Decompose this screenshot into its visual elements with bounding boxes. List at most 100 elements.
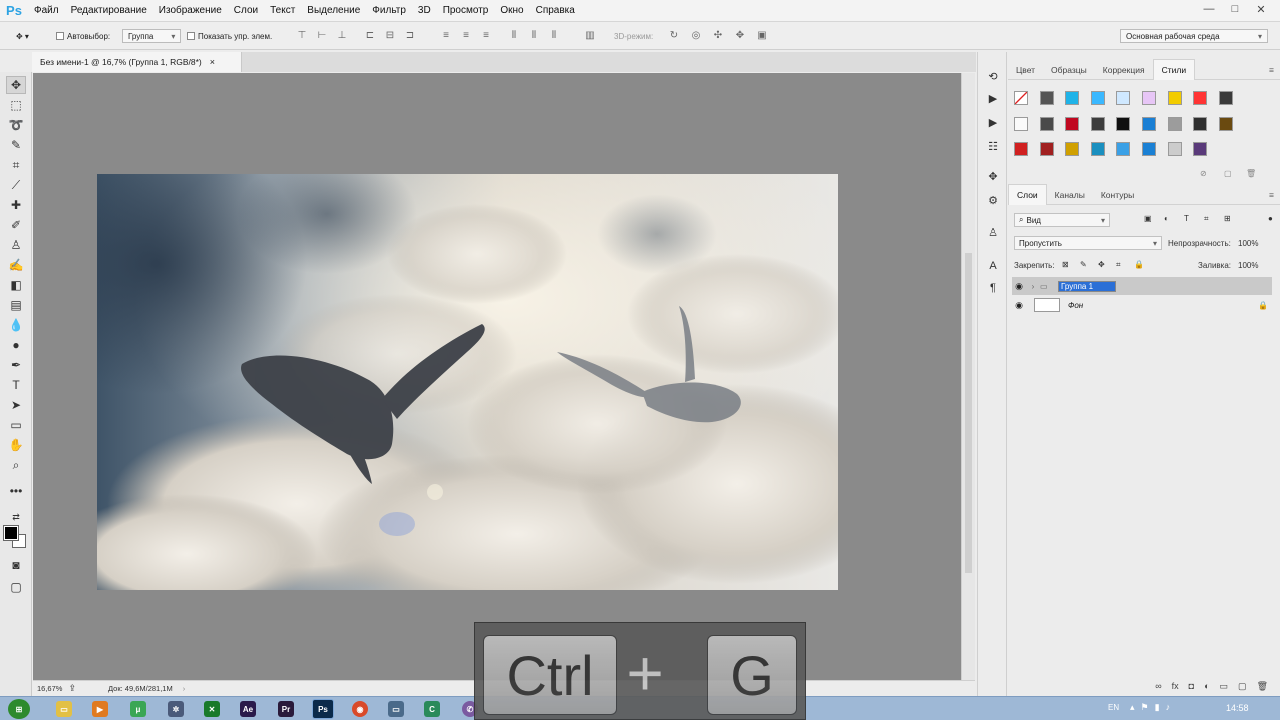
torrent-icon[interactable]: μ: [130, 701, 146, 717]
status-menu-icon[interactable]: ›: [183, 684, 186, 693]
new-style-icon[interactable]: ▢: [1224, 169, 1232, 178]
start-button-icon[interactable]: ⊞: [8, 699, 30, 719]
menu-image[interactable]: Изображение: [153, 0, 228, 22]
roll3d-icon[interactable]: ◎: [690, 30, 702, 42]
tab-paths[interactable]: Контуры: [1093, 185, 1142, 205]
lock-pixels-icon[interactable]: ✎: [1080, 260, 1087, 269]
lock-artboard-icon[interactable]: ⌗: [1116, 260, 1121, 270]
clock[interactable]: 14:58: [1226, 703, 1249, 713]
lasso-tool-icon[interactable]: ➰: [6, 116, 26, 134]
style-swatch[interactable]: [1014, 91, 1028, 105]
style-swatch[interactable]: [1218, 116, 1233, 131]
after-effects-icon[interactable]: Ae: [240, 701, 256, 717]
type-tool-icon[interactable]: T: [6, 376, 26, 394]
close-document-icon[interactable]: ×: [210, 57, 215, 67]
tab-adjustments[interactable]: Коррекция: [1095, 60, 1153, 80]
window-icon[interactable]: ▭: [388, 701, 404, 717]
blur-tool-icon[interactable]: 💧: [6, 316, 26, 334]
app-gear-icon[interactable]: ✲: [168, 701, 184, 717]
fill-input[interactable]: 100%: [1238, 261, 1258, 270]
auto-align-icon[interactable]: ▥: [584, 30, 596, 42]
brush-tool-icon[interactable]: ✐: [6, 216, 26, 234]
path-select-tool-icon[interactable]: ➤: [6, 396, 26, 414]
eraser-tool-icon[interactable]: ◧: [6, 276, 26, 294]
show-transform-checkbox[interactable]: Показать упр. элем.: [187, 22, 272, 50]
distribute-hcenter-icon[interactable]: ⫴: [528, 30, 540, 42]
workspace-dropdown[interactable]: Основная рабочая среда ▾: [1120, 29, 1268, 43]
move-tool-icon[interactable]: ✥: [6, 76, 26, 94]
paragraph-icon[interactable]: ¶: [985, 280, 1001, 296]
gradient-tool-icon[interactable]: ▤: [6, 296, 26, 314]
crop-tool-icon[interactable]: ⌗: [6, 156, 26, 174]
style-swatch[interactable]: [1142, 91, 1156, 105]
link-layers-icon[interactable]: ∞: [1155, 681, 1161, 691]
tab-styles[interactable]: Стили: [1152, 59, 1196, 80]
photoshop-taskbar-icon[interactable]: Ps: [312, 699, 334, 719]
distribute-bottom-icon[interactable]: ≡: [480, 30, 492, 42]
menu-type[interactable]: Текст: [264, 0, 301, 22]
actions-icon[interactable]: ▶: [985, 90, 1001, 106]
vertical-scrollbar[interactable]: [961, 73, 975, 680]
menu-filter[interactable]: Фильтр: [366, 0, 412, 22]
pen-tool-icon[interactable]: ✒: [6, 356, 26, 374]
blend-mode-dropdown[interactable]: Пропустить ▾: [1014, 236, 1162, 250]
premiere-icon[interactable]: Pr: [278, 701, 294, 717]
quick-mask-icon[interactable]: ◙: [6, 556, 26, 574]
filter-toggle-icon[interactable]: ●: [1268, 214, 1273, 223]
screen-mode-icon[interactable]: ▢: [6, 578, 26, 596]
style-swatch[interactable]: [1090, 142, 1105, 156]
visibility-eye-icon[interactable]: ◉: [1012, 281, 1026, 292]
filter-type-icon[interactable]: T: [1184, 214, 1189, 223]
style-swatch[interactable]: [1065, 91, 1080, 105]
layer-name-input[interactable]: Группа 1: [1058, 280, 1116, 292]
align-hcenter-icon[interactable]: ⊟: [384, 30, 396, 42]
scale3d-icon[interactable]: ▣: [756, 30, 768, 42]
healing-tool-icon[interactable]: ✚: [6, 196, 26, 214]
camtasia-icon[interactable]: C: [424, 701, 440, 717]
document-tab[interactable]: Без имени-1 @ 16,7% (Группа 1, RGB/8*) ×: [32, 52, 242, 72]
menu-layers[interactable]: Слои: [228, 0, 264, 22]
menu-help[interactable]: Справка: [530, 0, 581, 22]
swap-colors-icon[interactable]: ⇄: [6, 508, 26, 526]
style-swatch[interactable]: [1218, 91, 1233, 105]
rectangle-tool-icon[interactable]: ▭: [6, 416, 26, 434]
maximize-button[interactable]: □: [1222, 0, 1248, 18]
align-right-icon[interactable]: ⊐: [404, 30, 416, 42]
filter-shape-icon[interactable]: ⌗: [1204, 214, 1209, 224]
layers-menu-icon[interactable]: ≡: [1269, 190, 1274, 200]
delete-layer-icon[interactable]: 🗑: [1257, 681, 1268, 692]
history-brush-tool-icon[interactable]: ✍: [6, 256, 26, 274]
filter-adjustment-icon[interactable]: ◐: [1164, 214, 1169, 223]
xbox-icon[interactable]: ✕: [204, 701, 220, 717]
media-player-icon[interactable]: ▶: [92, 701, 108, 717]
style-swatch[interactable]: [1193, 91, 1208, 105]
style-swatch[interactable]: [1014, 116, 1028, 131]
move-tool-icon[interactable]: ✥ ▾: [16, 22, 29, 50]
language-indicator[interactable]: EN: [1108, 703, 1119, 712]
play-icon[interactable]: ▶: [985, 114, 1001, 130]
explorer-icon[interactable]: ▭: [56, 701, 72, 717]
more-tools-icon[interactable]: •••: [6, 482, 26, 500]
add-mask-icon[interactable]: ◘: [1189, 681, 1194, 691]
align-top-icon[interactable]: ⊤: [296, 30, 308, 42]
layer-row-group[interactable]: ◉ › ▭ Группа 1: [1012, 277, 1272, 295]
scrollbar-thumb[interactable]: [965, 253, 972, 573]
style-swatch[interactable]: [1090, 91, 1105, 105]
style-swatch[interactable]: [1065, 116, 1080, 131]
align-vcenter-icon[interactable]: ⊢: [316, 30, 328, 42]
history-icon[interactable]: ⟲: [985, 68, 1001, 84]
quick-select-tool-icon[interactable]: ✎: [6, 136, 26, 154]
layer-row-background[interactable]: ◉ Фон 🔒: [1012, 296, 1272, 314]
style-swatch[interactable]: [1039, 142, 1054, 156]
style-swatch[interactable]: [1167, 116, 1182, 131]
adjust-icon[interactable]: ⚙: [985, 192, 1001, 208]
slide3d-icon[interactable]: ✥: [734, 30, 746, 42]
tray-volume-icon[interactable]: ♪: [1166, 702, 1171, 713]
properties-icon[interactable]: ☷: [985, 138, 1001, 154]
close-window-button[interactable]: ✕: [1248, 0, 1274, 18]
filter-pixel-icon[interactable]: ▣: [1144, 214, 1152, 223]
style-swatch[interactable]: [1142, 116, 1156, 131]
menu-3d[interactable]: 3D: [412, 0, 437, 22]
menu-view[interactable]: Просмотр: [437, 0, 495, 22]
distribute-left-icon[interactable]: ⫴: [508, 30, 520, 42]
